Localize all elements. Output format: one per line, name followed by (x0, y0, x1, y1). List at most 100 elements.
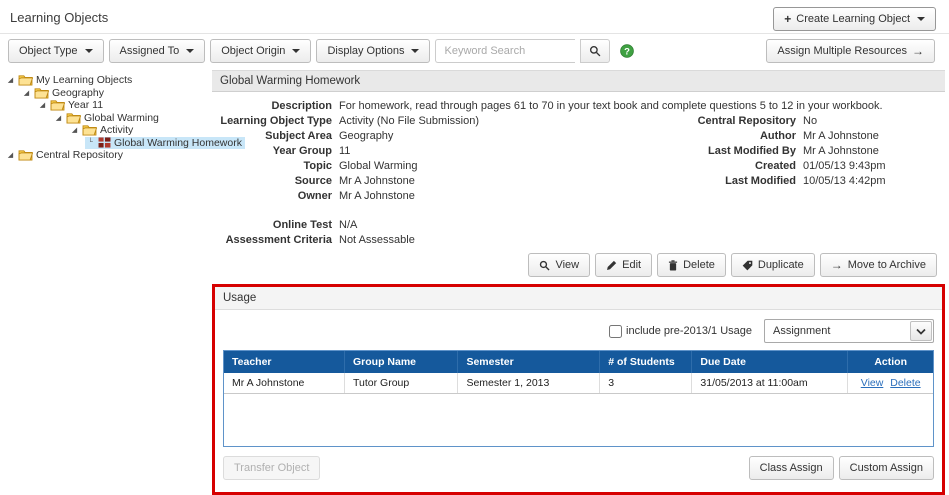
field-value-learning-object-type: Activity (No File Submission) (339, 114, 611, 129)
field-label-description: Description (220, 99, 332, 114)
search-icon (589, 45, 601, 57)
tree-node-activity[interactable]: ◢ Activity (69, 124, 136, 137)
tree-node-label: Global Warming (84, 112, 159, 124)
field-value-owner: Mr A Johnstone (339, 189, 611, 204)
create-learning-object-button[interactable]: + Create Learning Object (773, 7, 936, 31)
expander-icon[interactable]: ◢ (70, 126, 79, 134)
field-label-owner: Owner (220, 189, 332, 204)
transfer-object-button[interactable]: Transfer Object (223, 456, 320, 480)
field-value-assessment-criteria: Not Assessable (339, 233, 937, 248)
field-value-topic: Global Warming (339, 159, 611, 174)
assign-multiple-resources-label: Assign Multiple Resources (777, 46, 907, 57)
tree-node-year-11[interactable]: ◢ Year 11 (37, 99, 106, 112)
expander-icon[interactable]: ◢ (38, 101, 47, 109)
edit-button[interactable]: Edit (595, 253, 652, 277)
field-label-online-test: Online Test (220, 218, 332, 233)
view-button[interactable]: View (528, 253, 590, 277)
duplicate-button-label: Duplicate (758, 260, 804, 271)
field-label-year-group: Year Group (220, 144, 332, 159)
field-label-created: Created (618, 159, 796, 174)
cell-semester: Semester 1, 2013 (458, 373, 600, 394)
field-label-topic: Topic (220, 159, 332, 174)
delete-button-label: Delete (683, 260, 715, 271)
expander-icon[interactable]: ◢ (22, 89, 31, 97)
field-value-subject-area: Geography (339, 129, 611, 144)
move-to-archive-label: Move to Archive (848, 260, 926, 271)
display-options-dropdown[interactable]: Display Options (316, 39, 430, 63)
caret-down-icon (917, 17, 925, 21)
usage-type-selected-value: Assignment (773, 325, 830, 337)
folder-icon (82, 124, 97, 136)
tree-node-my-learning-objects[interactable]: ◢ My Learning Objects (5, 74, 135, 87)
folder-icon (18, 149, 33, 161)
field-label-learning-object-type: Learning Object Type (220, 114, 332, 129)
display-options-label: Display Options (327, 46, 404, 57)
usage-controls: include pre-2013/1 Usage Assignment (223, 314, 934, 350)
expander-icon[interactable]: ◢ (6, 151, 15, 159)
plus-icon: + (784, 13, 791, 25)
caret-down-icon (292, 49, 300, 53)
cell-num-students: 3 (600, 373, 692, 394)
class-assign-button[interactable]: Class Assign (749, 456, 834, 480)
row-view-link[interactable]: View (861, 377, 884, 389)
object-type-label: Object Type (19, 46, 78, 57)
field-value-description: For homework, read through pages 61 to 7… (339, 99, 937, 114)
learning-object-icon (98, 137, 111, 148)
field-value-created: 01/05/13 9:43pm (803, 159, 937, 174)
svg-text:?: ? (625, 46, 631, 57)
assigned-to-dropdown[interactable]: Assigned To (109, 39, 206, 63)
field-value-author: Mr A Johnstone (803, 129, 937, 144)
field-label-author: Author (618, 129, 796, 144)
field-label-last-modified-by: Last Modified By (618, 144, 796, 159)
column-header-num-students: # of Students (600, 351, 692, 373)
usage-panel: Usage include pre-2013/1 Usage Assignmen… (212, 284, 945, 495)
tree-node-label: My Learning Objects (36, 74, 132, 86)
tree-node-global-warming[interactable]: ◢ Global Warming (53, 112, 162, 125)
field-label-last-modified: Last Modified (618, 174, 796, 189)
expander-icon[interactable]: ◢ (54, 114, 63, 122)
duplicate-button[interactable]: Duplicate (731, 253, 815, 277)
usage-type-select[interactable]: Assignment (764, 319, 934, 343)
detail-panel-title: Global Warming Homework (212, 70, 945, 92)
keyword-search-input[interactable] (435, 39, 575, 63)
usage-panel-title: Usage (215, 287, 942, 310)
column-header-action: Action (848, 351, 933, 373)
delete-button[interactable]: Delete (657, 253, 726, 277)
field-value-last-modified: 10/05/13 4:42pm (803, 174, 937, 189)
column-header-due-date: Due Date (692, 351, 848, 373)
column-header-group-name: Group Name (345, 351, 458, 373)
detail-fields: Description For homework, read through p… (212, 92, 945, 284)
cell-due-date: 31/05/2013 at 11:00am (692, 373, 848, 394)
row-delete-link[interactable]: Delete (890, 377, 920, 389)
caret-down-icon (85, 49, 93, 53)
assigned-to-label: Assigned To (120, 46, 180, 57)
object-type-dropdown[interactable]: Object Type (8, 39, 104, 63)
custom-assign-button[interactable]: Custom Assign (839, 456, 934, 480)
field-value-online-test: N/A (339, 218, 937, 233)
tree-node-label: Geography (52, 87, 104, 99)
tag-icon (742, 260, 753, 271)
help-icon[interactable]: ? (620, 44, 634, 58)
include-pre-2013-label-text: include pre-2013/1 Usage (626, 325, 752, 337)
usage-panel-body: include pre-2013/1 Usage Assignment Teac (215, 310, 942, 492)
field-value-year-group: 11 (339, 144, 611, 159)
include-pre-2013-checkbox-label[interactable]: include pre-2013/1 Usage (609, 325, 752, 338)
move-to-archive-button[interactable]: → Move to Archive (820, 253, 937, 277)
cell-group-name: Tutor Group (345, 373, 458, 394)
object-origin-dropdown[interactable]: Object Origin (210, 39, 311, 63)
create-learning-object-label: Create Learning Object (796, 14, 910, 25)
assign-multiple-resources-button[interactable]: Assign Multiple Resources → (766, 39, 935, 63)
tree-node-central-repository[interactable]: ◢ Central Repository (5, 149, 126, 162)
search-button[interactable] (580, 39, 610, 63)
column-header-semester: Semester (458, 351, 600, 373)
tree-node-geography[interactable]: ◢ Geography (21, 87, 107, 100)
folder-icon (66, 112, 81, 124)
class-assign-label: Class Assign (760, 463, 823, 474)
include-pre-2013-checkbox[interactable] (609, 325, 622, 338)
fields-spacer (220, 204, 937, 218)
magnifier-icon (539, 260, 550, 271)
expander-icon[interactable]: ◢ (6, 76, 15, 84)
usage-table: Teacher Group Name Semester # of Student… (224, 351, 933, 394)
cell-teacher: Mr A Johnstone (224, 373, 345, 394)
main-area: ◢ My Learning Objects ◢ Geography ◢ Year… (0, 70, 949, 495)
